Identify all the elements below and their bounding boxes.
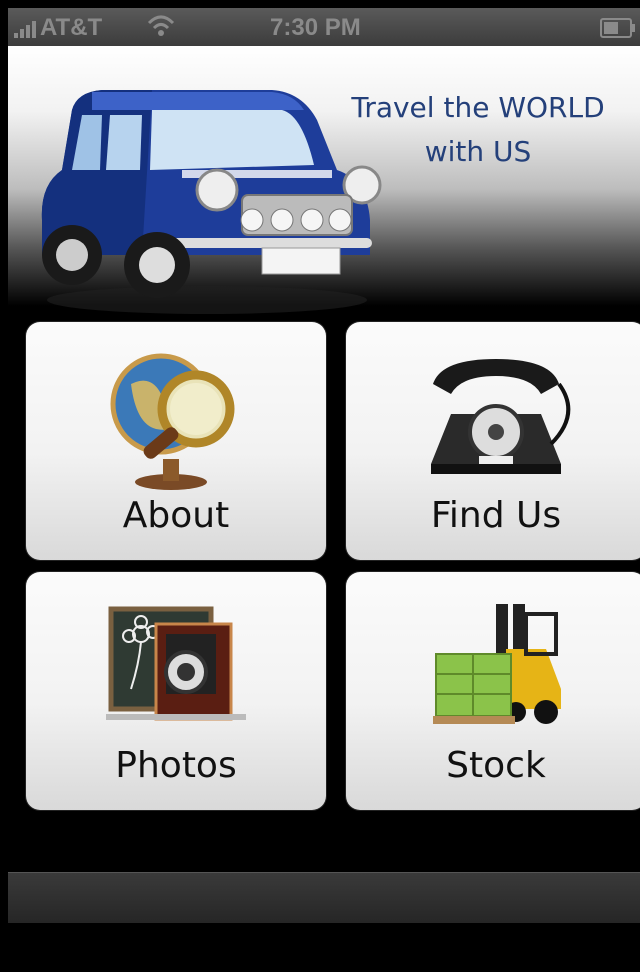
about-button[interactable]: About	[26, 322, 326, 560]
status-time: 7:30 PM	[270, 14, 361, 41]
battery-icon	[600, 18, 635, 38]
rotary-phone-icon	[431, 359, 571, 474]
stock-label: Stock	[446, 745, 546, 786]
find-us-button[interactable]: Find Us	[346, 322, 640, 560]
photos-label: Photos	[115, 745, 237, 786]
tagline-line-2: with US	[424, 135, 532, 168]
tagline-line-1: Travel the WORLD	[351, 91, 605, 124]
globe-magnifier-icon	[110, 353, 235, 490]
camera-chalkboard-icon	[106, 606, 246, 721]
bottom-toolbar	[8, 872, 640, 923]
status-bar: AT&T 7:30 PM	[8, 8, 640, 46]
forklift-pallet-icon	[433, 604, 561, 724]
signal-bars-icon	[14, 18, 36, 38]
find-us-label: Find Us	[430, 495, 562, 536]
header-banner: Travel the WORLD with US	[8, 46, 640, 314]
app-screen: AT&T 7:30 PM Travel the WORLD with US Ab…	[0, 0, 640, 972]
photos-button[interactable]: Photos	[26, 572, 326, 810]
about-label: About	[122, 495, 230, 536]
wifi-icon	[147, 15, 175, 36]
carrier-group: AT&T	[14, 14, 102, 42]
header-tagline: Travel the WORLD with US	[328, 86, 628, 174]
stock-button[interactable]: Stock	[346, 572, 640, 810]
carrier-label: AT&T	[40, 14, 103, 41]
